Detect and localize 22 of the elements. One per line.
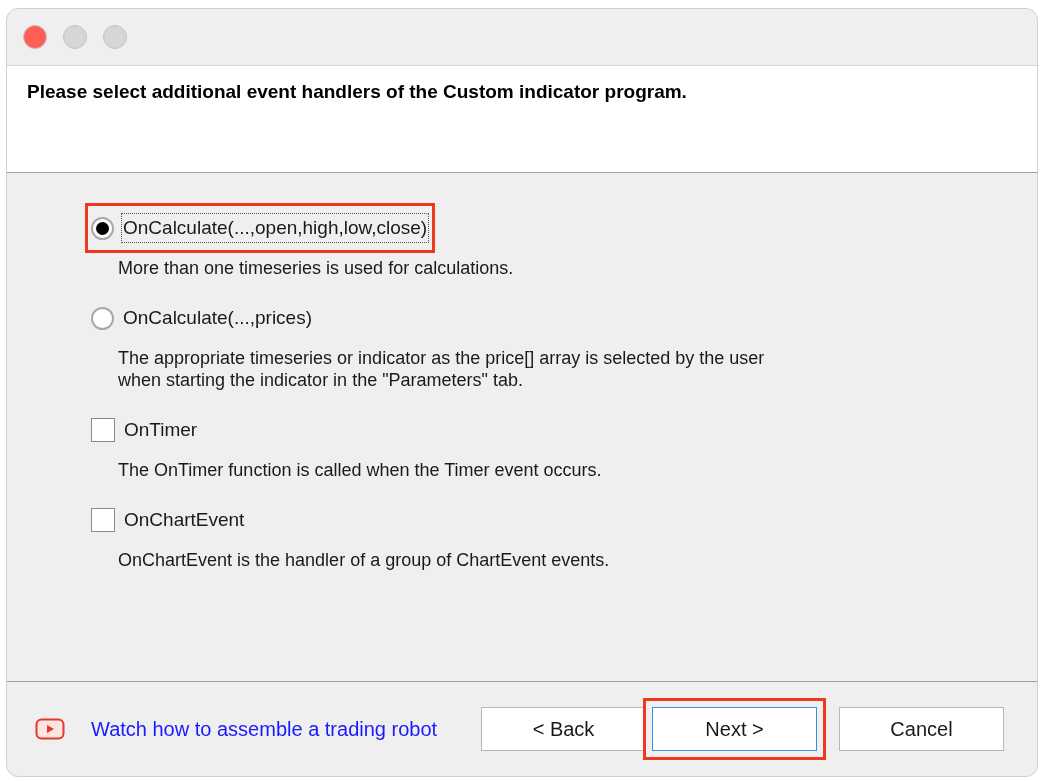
dialog-button[interactable]: Cancel bbox=[839, 707, 1004, 751]
option-description: The OnTimer function is called when the Timer event occurs. bbox=[118, 459, 603, 481]
radio-button[interactable] bbox=[91, 216, 114, 240]
radio-button[interactable] bbox=[91, 306, 114, 330]
tutorial-link[interactable]: Watch how to assemble a trading robot bbox=[91, 714, 438, 744]
dialog-button[interactable]: < Back bbox=[481, 707, 646, 751]
option-label[interactable]: OnCalculate(...,prices) bbox=[121, 302, 314, 334]
video-play-icon bbox=[35, 718, 65, 740]
window-control-button[interactable] bbox=[63, 25, 87, 49]
option-description: More than one timeseries is used for calculations. bbox=[118, 257, 515, 279]
dialog-button[interactable]: Next > bbox=[652, 707, 817, 751]
option-label[interactable]: OnCalculate(...,open,high,low,close) bbox=[121, 212, 430, 244]
option-description: when starting the indicator in the "Parameters" tab. bbox=[118, 369, 524, 391]
option-description: The appropriate timeseries or indicator as the price[] array is selected by the user bbox=[118, 347, 766, 369]
window-control-button[interactable] bbox=[103, 25, 127, 49]
option-label[interactable]: OnTimer bbox=[122, 414, 200, 446]
window-control-button[interactable] bbox=[23, 25, 47, 49]
header-title: Please select additional event handlers of the Custom indicator program. bbox=[27, 80, 688, 104]
checkbox[interactable] bbox=[91, 418, 115, 442]
option-label[interactable]: OnChartEvent bbox=[122, 504, 247, 536]
checkbox[interactable] bbox=[91, 508, 115, 532]
option-description: OnChartEvent is the handler of a group of ChartEvent events. bbox=[118, 549, 611, 571]
